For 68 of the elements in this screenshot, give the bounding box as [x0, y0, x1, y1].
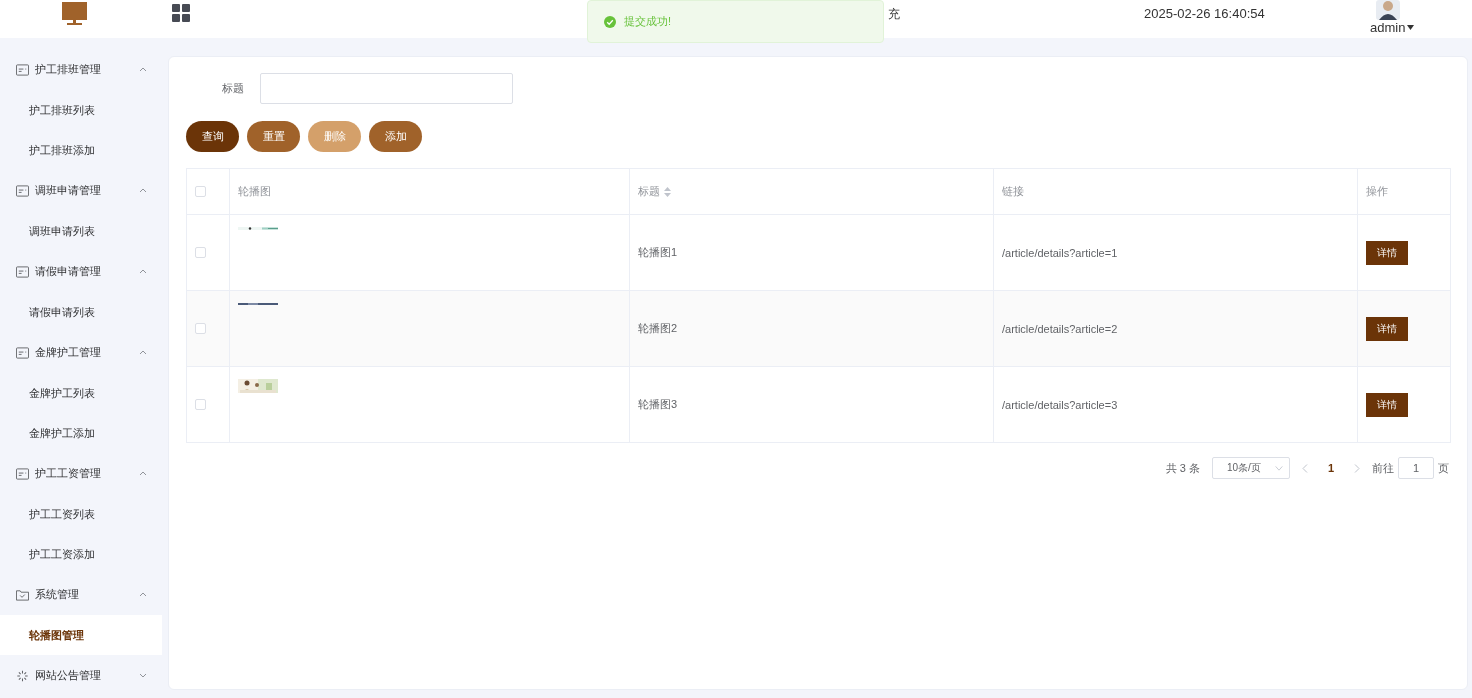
checkbox[interactable]	[195, 399, 206, 410]
card-icon	[16, 63, 29, 76]
menu-group[interactable]: 网站公告管理	[0, 655, 162, 696]
menu-item[interactable]: 金牌护工添加	[0, 413, 162, 453]
column-header: 链接	[993, 168, 1358, 215]
menu-item[interactable]: 金牌护工列表	[0, 373, 162, 413]
menu-group[interactable]: 系统管理	[0, 574, 162, 615]
app-title: 充	[888, 6, 900, 23]
menu-item[interactable]: 护工工资添加	[0, 534, 162, 574]
message-text: 提交成功!	[624, 14, 672, 29]
field-label: 标题	[222, 81, 244, 96]
total-count: 共 3 条	[1165, 460, 1200, 476]
monitor-icon	[62, 2, 87, 26]
chevron-icon[interactable]	[138, 65, 148, 74]
table-cell: /article/details?article=1	[993, 214, 1358, 291]
page-input[interactable]: 1	[1398, 457, 1434, 479]
chevron-icon[interactable]	[1274, 465, 1283, 471]
menu-item[interactable]: 轮播图管理	[0, 615, 162, 655]
avatar-icon	[1376, 0, 1400, 20]
menu-item[interactable]: 请假申请列表	[0, 292, 162, 332]
add-button[interactable]: 添加	[369, 121, 422, 152]
user-menu[interactable]: admin	[1370, 20, 1415, 35]
card-icon	[16, 346, 29, 359]
details-button[interactable]: 详情	[1366, 392, 1408, 417]
datetime: 2025-02-26 16:40:54	[1144, 6, 1265, 21]
menu-group[interactable]: 金牌护工管理	[0, 332, 162, 373]
menu-item[interactable]: 调班申请列表	[0, 211, 162, 251]
details-button[interactable]: 详情	[1366, 240, 1408, 265]
loading-icon	[16, 669, 29, 682]
table-cell: /article/details?article=3	[993, 366, 1358, 443]
checkbox[interactable]	[195, 323, 206, 334]
checkbox[interactable]	[195, 247, 206, 258]
page-size-select[interactable]: 10条/页	[1211, 457, 1290, 479]
card-icon	[16, 265, 29, 278]
card-icon	[16, 184, 29, 197]
card-icon	[16, 467, 29, 480]
table-cell: 轮播图1	[629, 214, 994, 291]
folder-icon	[16, 588, 29, 601]
menu-group[interactable]: 护工工资管理	[0, 453, 162, 494]
table-cell: 轮播图2	[629, 290, 994, 367]
menu-item[interactable]: 护工排班列表	[0, 90, 162, 130]
table-cell: 轮播图3	[629, 366, 994, 443]
checkbox[interactable]	[195, 186, 206, 197]
details-button[interactable]: 详情	[1366, 316, 1408, 341]
success-icon	[604, 15, 616, 28]
page-suffix: 页	[1438, 460, 1449, 476]
title-input[interactable]	[260, 73, 513, 104]
chevron-icon[interactable]	[138, 469, 148, 478]
menu-group[interactable]: 请假申请管理	[0, 251, 162, 292]
grid-icon[interactable]	[172, 4, 190, 22]
menu-item[interactable]: 护工工资列表	[0, 494, 162, 534]
menu-item[interactable]: 护工排班添加	[0, 130, 162, 170]
table-cell: /article/details?article=2	[993, 290, 1358, 367]
chevron-icon[interactable]	[138, 348, 148, 357]
chevron-icon[interactable]	[138, 186, 148, 195]
menu-group[interactable]: 护工排班管理	[0, 49, 162, 90]
goto-label: 前往	[1372, 460, 1394, 476]
menu-group[interactable]: 调班申请管理	[0, 170, 162, 211]
chevron-icon[interactable]	[138, 267, 148, 276]
search-button[interactable]: 查询	[186, 121, 239, 152]
caret-icon[interactable]	[1407, 25, 1415, 30]
column-header: 轮播图	[229, 168, 630, 215]
chevron-icon[interactable]	[138, 590, 148, 599]
reset-button[interactable]: 重置	[247, 121, 300, 152]
chevron-icon[interactable]	[138, 671, 148, 680]
column-header: 操作	[1357, 168, 1451, 215]
page-number[interactable]: 1	[1319, 462, 1342, 474]
sort-icon[interactable]	[664, 187, 671, 198]
